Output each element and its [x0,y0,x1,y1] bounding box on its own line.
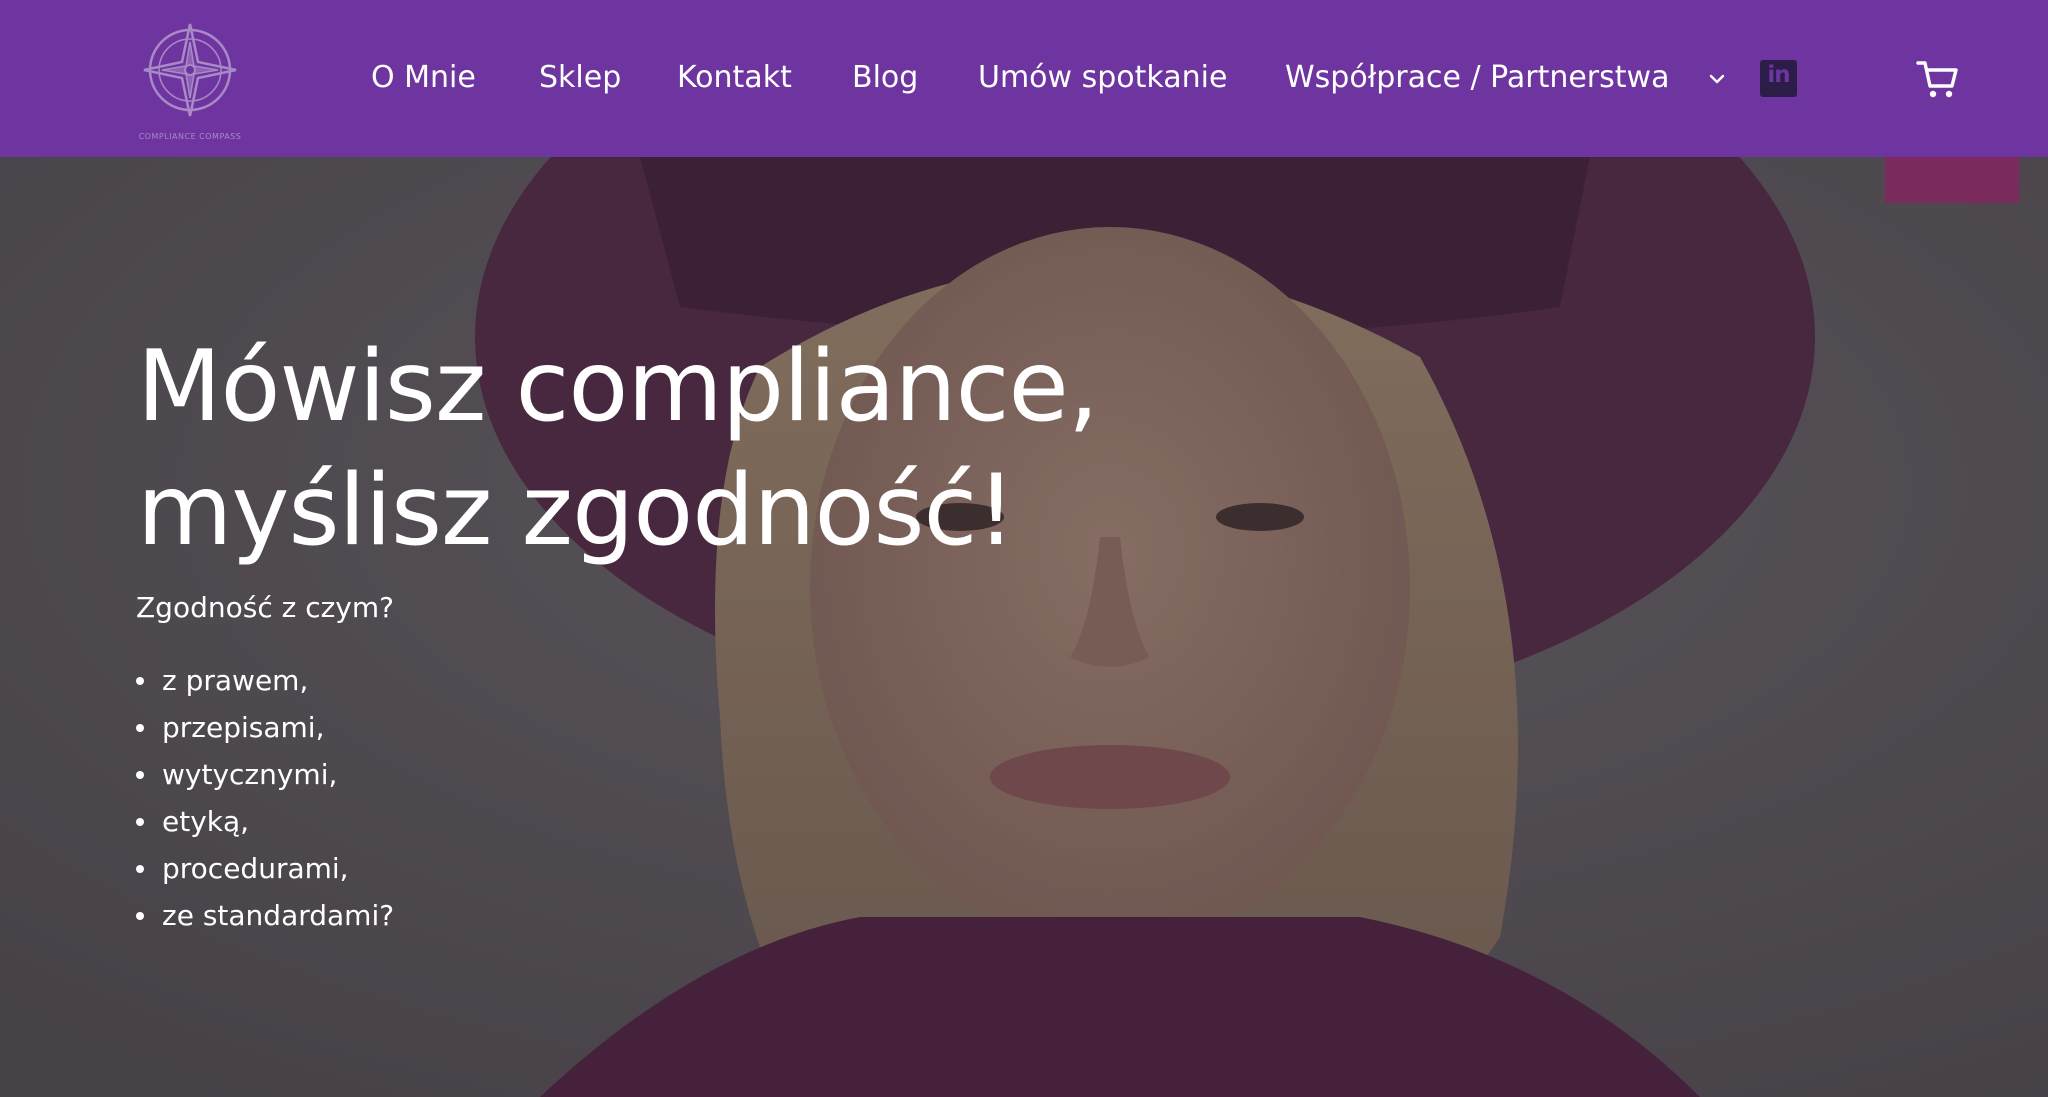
site-header: COMPLIANCE COMPASS O Mnie Sklep Kontakt … [0,0,2048,157]
list-item: etyką, [136,798,394,845]
list-item: z prawem, [136,657,394,704]
list-item: wytycznymi, [136,751,394,798]
logo-text: COMPLIANCE COMPASS [138,132,242,141]
hero-dark-overlay [0,157,2048,1097]
list-item: procedurami, [136,845,394,892]
nav-item-umow-spotkanie[interactable]: Umów spotkanie [978,58,1227,98]
accent-tab[interactable] [1885,157,2019,203]
linkedin-icon[interactable]: in [1760,60,1797,97]
hero-bullet-list: z prawem, przepisami, wytycznymi, etyką,… [136,657,394,939]
hero-title: Mówisz compliance, myślisz zgodność! [137,325,1099,573]
hero-question: Zgodność z czym? [136,591,395,624]
chevron-down-icon[interactable] [1706,68,1728,90]
nav-item-o-mnie[interactable]: O Mnie [371,58,476,98]
linkedin-label: in [1767,62,1790,88]
site-logo[interactable]: COMPLIANCE COMPASS [130,22,250,144]
list-item: ze standardami? [136,892,394,939]
cart-icon[interactable] [1915,55,1961,101]
nav-item-wspolprace[interactable]: Współprace / Partnerstwa [1285,58,1669,98]
hero-title-line2: myślisz zgodność! [137,454,1016,568]
nav-item-blog[interactable]: Blog [852,58,918,98]
hero-section: Mówisz compliance, myślisz zgodność! Zgo… [0,157,2048,1097]
nav-item-sklep[interactable]: Sklep [539,58,621,98]
compass-rose-icon [143,23,237,117]
hero-title-line1: Mówisz compliance, [137,330,1099,444]
nav-item-kontakt[interactable]: Kontakt [677,58,792,98]
list-item: przepisami, [136,704,394,751]
